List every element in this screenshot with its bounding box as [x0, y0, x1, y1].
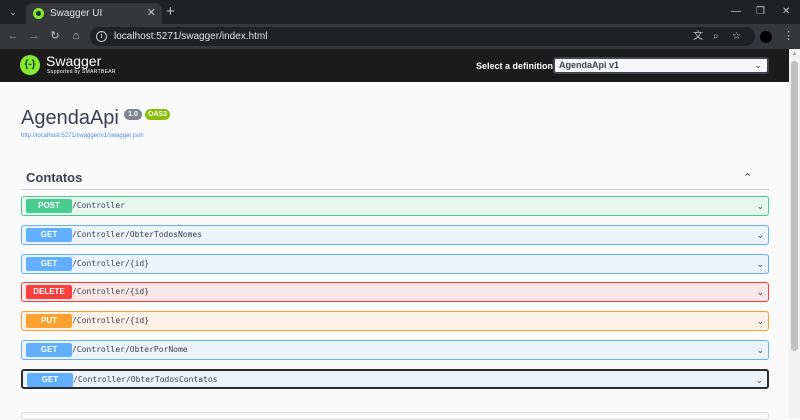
operation-path: /Controller/ObterTodosNomes [72, 230, 203, 239]
definition-value: AgendaApi v1 [559, 60, 620, 70]
swagger-logo-text[interactable]: Swagger [46, 54, 101, 69]
operation-path: /Controller/ObterTodosContatos [73, 375, 218, 384]
browser-toolbar: ← → ↻ ⌂ i localhost:5271/swagger/index.h… [0, 24, 800, 49]
page-scrollbar[interactable]: ▲ [789, 49, 800, 418]
browser-tab[interactable]: Swagger UI ✕ [26, 3, 162, 24]
method-badge: PUT [26, 314, 72, 328]
operation-path: /Controller/{id} [72, 316, 150, 325]
method-badge: DELETE [26, 285, 72, 299]
chevron-down-icon[interactable]: ⌄ [756, 344, 764, 356]
method-badge: GET [26, 343, 72, 357]
spec-url-link[interactable]: http://localhost:5271/swagger/v1/swagger… [21, 132, 144, 140]
chevron-down-icon[interactable]: ⌄ [756, 286, 764, 298]
definition-select[interactable]: AgendaApi v1 ⌄ [553, 57, 769, 74]
operation-path: /Controller/ObterPorNome [72, 345, 188, 354]
back-icon[interactable]: ← [6, 29, 20, 43]
swagger-favicon-icon [33, 8, 44, 19]
chevron-down-icon[interactable]: ⌄ [756, 315, 764, 327]
operation-get-obtertodosnomes[interactable]: GET /Controller/ObterTodosNomes ⌄ [21, 225, 769, 245]
operation-put-controller-id[interactable]: PUT /Controller/{id} ⌄ [21, 311, 769, 331]
chevron-down-icon[interactable]: ⌄ [756, 229, 764, 241]
chevron-down-icon: ⌄ [754, 60, 762, 70]
swagger-logo-subtitle: Supported by SMARTBEAR [47, 69, 116, 75]
operation-get-obterpornome[interactable]: GET /Controller/ObterPorNome ⌄ [21, 340, 769, 360]
close-window-icon[interactable]: ✕ [782, 5, 790, 19]
chevron-down-icon[interactable]: ⌄ [756, 258, 764, 270]
chevron-up-icon[interactable]: ⌃ [743, 172, 752, 184]
url-text[interactable]: localhost:5271/swagger/index.html [114, 30, 267, 43]
scrollbar-thumb[interactable] [791, 61, 798, 351]
minimize-icon[interactable]: — [731, 5, 741, 19]
scroll-up-icon[interactable]: ▲ [789, 51, 800, 57]
bookmark-star-icon[interactable]: ☆ [732, 30, 741, 43]
swagger-logo-icon[interactable]: {-} [20, 55, 40, 75]
browser-tabstrip: ⌄ Swagger UI ✕ + — ❐ ✕ [0, 0, 800, 24]
swagger-topbar: {-} Swagger Supported by SMARTBEAR Selec… [0, 49, 789, 82]
operation-post-controller[interactable]: POST /Controller ⌄ [21, 196, 769, 216]
schemas-section[interactable] [21, 412, 769, 420]
tab-title: Swagger UI [50, 8, 103, 19]
site-info-icon[interactable]: i [96, 31, 107, 42]
new-tab-button[interactable]: + [166, 4, 175, 19]
chevron-down-icon[interactable]: ⌄ [755, 374, 763, 386]
reload-icon[interactable]: ↻ [48, 29, 62, 43]
version-badge: 1.0 [124, 109, 142, 120]
tab-search-icon[interactable]: ⌄ [6, 5, 20, 19]
operation-path: /Controller [72, 201, 125, 210]
definition-label: Select a definition [476, 61, 554, 71]
forward-icon[interactable]: → [27, 29, 41, 43]
method-badge: GET [26, 228, 72, 242]
api-title: AgendaApi [21, 107, 119, 129]
home-icon[interactable]: ⌂ [69, 29, 83, 43]
tag-divider [21, 189, 769, 190]
method-badge: GET [26, 257, 72, 271]
operation-path: /Controller/{id} [72, 287, 150, 296]
method-badge: POST [26, 199, 72, 213]
operation-delete-controller-id[interactable]: DELETE /Controller/{id} ⌄ [21, 282, 769, 302]
zoom-icon[interactable]: ⌕ [713, 30, 719, 43]
translate-icon[interactable]: 文 [693, 30, 703, 43]
chevron-down-icon[interactable]: ⌄ [756, 200, 764, 212]
oas-badge: OAS3 [145, 109, 170, 120]
method-badge: GET [27, 373, 73, 387]
operation-get-obtertodoscontatos[interactable]: GET /Controller/ObterTodosContatos ⌄ [21, 369, 769, 389]
operation-path: /Controller/{id} [72, 259, 150, 268]
browser-menu-icon[interactable]: ⋮ [783, 29, 794, 43]
profile-avatar[interactable] [760, 31, 772, 43]
address-bar[interactable]: i localhost:5271/swagger/index.html 文 ⌕ … [90, 27, 755, 46]
close-tab-icon[interactable]: ✕ [147, 6, 156, 20]
restore-icon[interactable]: ❐ [756, 5, 765, 19]
operation-get-controller-id[interactable]: GET /Controller/{id} ⌄ [21, 254, 769, 274]
tag-title[interactable]: Contatos [26, 170, 82, 186]
